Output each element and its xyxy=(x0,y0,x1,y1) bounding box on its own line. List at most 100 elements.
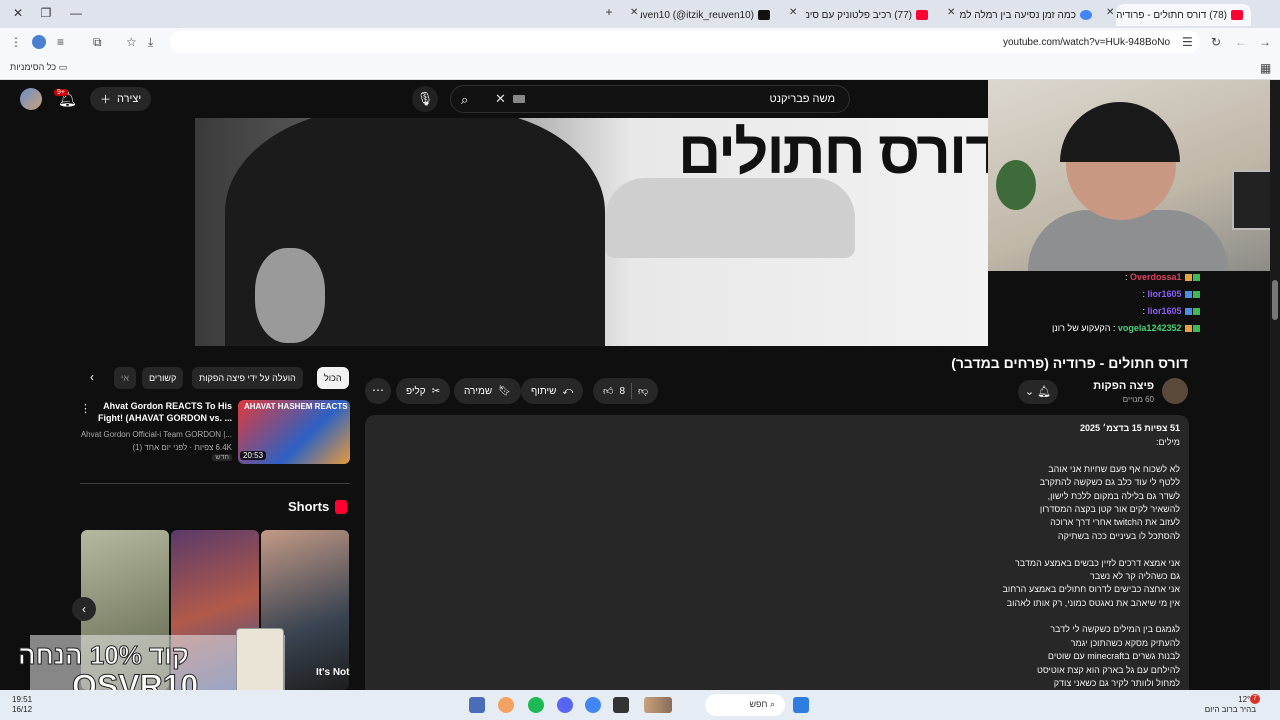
site-settings-icon[interactable]: ☰ xyxy=(1182,35,1193,49)
kebab-menu-icon[interactable]: ⋮ xyxy=(80,402,91,415)
close-tab-icon[interactable]: ✕ xyxy=(1106,7,1114,18)
discord-icon[interactable] xyxy=(557,697,573,713)
account-avatar[interactable] xyxy=(20,88,42,110)
bookmark-icon: 🔖︎ xyxy=(498,385,511,397)
restore-window-icon[interactable]: ❐ xyxy=(38,6,54,20)
subscriber-count: 60 מנויים xyxy=(1122,395,1154,404)
more-actions-button[interactable]: ⋯ xyxy=(365,378,391,404)
search-icon[interactable]: ⌕ xyxy=(461,92,468,108)
video-title: דורס חתולים - פרודיה (פרחים במדבר) xyxy=(951,355,1188,371)
chat-message: vogela1242352 : הקעקוע של רונן xyxy=(1020,323,1200,333)
like-count[interactable]: 8 xyxy=(619,386,625,397)
plant-graphic xyxy=(996,160,1036,210)
tab-video[interactable]: (77) רכיב פלטוניק עם סימה נון xyxy=(806,4,936,26)
divider xyxy=(80,483,350,484)
chrome-icon[interactable] xyxy=(585,697,601,713)
video-player[interactable]: דורס חתולים xyxy=(195,118,988,346)
close-tab-icon[interactable]: ✕ xyxy=(947,7,955,18)
chip-all[interactable]: הכול xyxy=(317,367,349,389)
youtube-icon xyxy=(916,10,928,20)
close-window-icon[interactable]: ✕ xyxy=(10,6,26,20)
chip-related[interactable]: קשורים xyxy=(142,367,184,389)
dislike-button[interactable]: 👎︎ xyxy=(638,385,648,397)
video-overlay-title: דורס חתולים xyxy=(678,119,988,186)
tiktok-icon xyxy=(758,10,770,20)
reload-icon[interactable]: ↻ xyxy=(1211,35,1221,49)
youtube-icon xyxy=(1231,10,1243,20)
notification-badge: 7 xyxy=(1250,694,1260,704)
app-icon[interactable] xyxy=(613,697,629,713)
tattoo-graphic xyxy=(255,248,325,343)
scissors-icon: ✂ xyxy=(431,385,441,397)
url-text[interactable]: youtube.com/watch?v=HUk-948BoNo xyxy=(1003,37,1170,48)
shorts-logo-icon xyxy=(335,500,347,514)
keyboard-icon[interactable] xyxy=(513,95,525,103)
tab-tiktok[interactable]: ItzikReuven10 (@itzik_reuven10) xyxy=(640,4,778,26)
description-box[interactable]: 51 צפיות 15 בדצמ׳ 2025 מילים: לא לשכוח א… xyxy=(365,415,1189,690)
search-box[interactable]: ⌕ ✕ משה פבריקנט xyxy=(450,85,850,113)
shorts-prev-button[interactable]: ‹ xyxy=(72,597,96,621)
share-icon: ⤺ xyxy=(562,385,574,397)
car-graphic xyxy=(605,178,855,258)
folder-icon: ▭ xyxy=(56,62,68,72)
tab-active[interactable]: (78) דורס חתולים - פרודיה xyxy=(1116,4,1251,26)
more-icon: ⋯ xyxy=(372,383,384,397)
chat-message: lior1605 : xyxy=(1020,289,1200,299)
filter-chips: הכול הועלה על ידי פיצה הפקות קשורים אי xyxy=(80,367,350,389)
youtube-page: 🔔︎ 9+ ＋ יצירה 🎙︎ ⌕ ✕ משה פבריקנט דורס חת… xyxy=(0,80,1280,690)
views-date: 51 צפיות 15 בדצמ׳ 2025 xyxy=(1080,423,1180,433)
channel-avatar[interactable] xyxy=(1162,378,1188,404)
chip-uploaded-by[interactable]: הועלה על ידי פיצה הפקות xyxy=(192,367,303,389)
minimize-window-icon[interactable]: — xyxy=(68,6,84,20)
apps-grid-icon[interactable]: ▦ xyxy=(1260,61,1271,75)
chat-message: lior1605 : xyxy=(1020,306,1200,316)
weather-widget[interactable]: 12°C בהיר ברוב היום xyxy=(1196,695,1256,715)
back-icon[interactable]: → xyxy=(1259,35,1271,49)
channel-name[interactable]: פיצה הפקות xyxy=(1093,380,1154,392)
spotify-icon[interactable] xyxy=(528,697,544,713)
bookmark-star-icon[interactable]: ☆ xyxy=(126,35,137,49)
new-tab-button[interactable]: + xyxy=(601,5,617,19)
forward-icon[interactable]: ← xyxy=(1235,35,1247,49)
voice-search-button[interactable]: 🎙︎ xyxy=(412,86,438,112)
search-highlight-image xyxy=(644,697,672,713)
browser-tabbar: ✕ ❐ — (78) דורס חתולים - פרודיה ✕ כמה זמ… xyxy=(0,0,1280,28)
menu-icon[interactable]: ⋮ xyxy=(10,35,22,49)
scrollbar-track[interactable] xyxy=(1270,80,1280,690)
tab-label: כמה זמן נסיעה בין רמלה למודיעין xyxy=(960,9,1076,21)
thumbs-up-icon[interactable]: 👍︎ xyxy=(603,385,613,397)
install-icon[interactable]: ⤓ xyxy=(148,35,153,50)
tab-maps[interactable]: כמה זמן נסיעה בין רמלה למודיעין xyxy=(960,4,1100,26)
thumbs-down-icon: 👎︎ xyxy=(638,386,649,397)
recommended-video[interactable]: AHAVAT HASHEM REACTS 20:53 Ahvat Gordon … xyxy=(80,400,350,466)
clear-search-icon[interactable]: ✕ xyxy=(495,91,506,107)
profile-icon[interactable] xyxy=(32,35,46,49)
app-icon[interactable] xyxy=(498,697,514,713)
close-tab-icon[interactable]: ✕ xyxy=(630,7,638,18)
recommended-title[interactable]: Ahvat Gordon REACTS To His Fight! (AHAVA… xyxy=(87,400,232,424)
video-thumbnail[interactable]: AHAVAT HASHEM REACTS 20:53 xyxy=(238,400,350,464)
duration-badge: 20:53 xyxy=(240,451,267,460)
search-input[interactable]: משה פבריקנט xyxy=(770,93,835,105)
clock[interactable]: 19:51 16/12 xyxy=(12,695,32,715)
windows-start-icon[interactable] xyxy=(793,697,809,713)
save-button[interactable]: 🔖︎ שמירה xyxy=(454,378,521,404)
create-button[interactable]: ＋ יצירה xyxy=(90,87,152,111)
notifications-subscribe-button[interactable]: 🔔︎ ⌄ xyxy=(1018,380,1058,404)
headphones-graphic xyxy=(1060,102,1180,162)
short-caption[interactable]: It's Not xyxy=(316,667,350,678)
share-button[interactable]: ⤺ שיתוף xyxy=(521,378,584,404)
close-tab-icon[interactable]: ✕ xyxy=(789,7,797,18)
clip-button[interactable]: ✂ קליפ xyxy=(396,378,451,404)
perfume-bottle-image xyxy=(236,628,284,690)
extensions-icon[interactable]: ⧉ xyxy=(93,35,102,50)
taskbar-search[interactable]: ⌕ חפש xyxy=(705,694,785,716)
chip-more[interactable]: אי xyxy=(114,367,136,389)
all-bookmarks-folder[interactable]: ▭ כל הסימניות xyxy=(10,62,67,73)
media-icon[interactable]: ≡ xyxy=(57,35,64,49)
promo-discount-text: קוד 10% הנחה xyxy=(17,640,190,671)
tab-label: (77) רכיב פלטוניק עם סימה נון xyxy=(806,9,912,21)
search-icon: ⌕ xyxy=(767,699,775,709)
calculator-icon[interactable] xyxy=(469,697,485,713)
scrollbar-thumb[interactable] xyxy=(1272,280,1278,320)
